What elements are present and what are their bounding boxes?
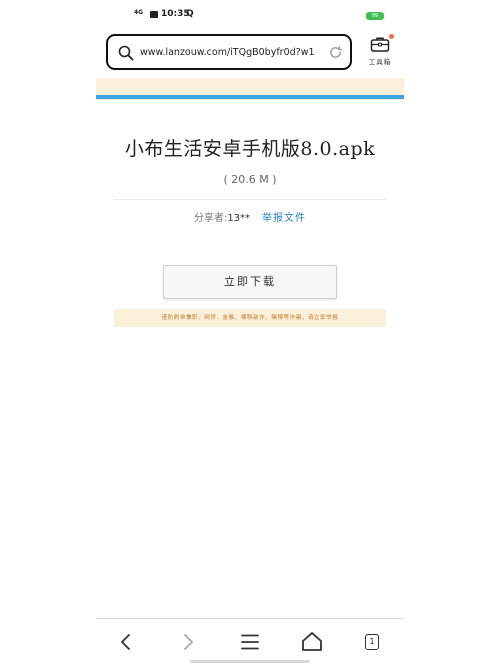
forward-button[interactable] (174, 628, 202, 656)
sharer-line: 分享者:13** 举报文件 (96, 209, 404, 224)
q-app-icon: Q (186, 9, 194, 19)
address-bar[interactable] (106, 34, 352, 70)
tab-count: 1 (365, 634, 379, 650)
back-button[interactable] (112, 628, 140, 656)
nav-divider (96, 618, 404, 619)
hd-icon (150, 11, 158, 18)
search-icon (118, 45, 134, 61)
toolbox-icon (370, 34, 394, 52)
header-banner (96, 78, 404, 100)
menu-button[interactable] (236, 628, 264, 656)
sharer-label: 分享者: (193, 213, 228, 224)
bottom-nav: 1 (96, 628, 404, 656)
divider (114, 199, 386, 200)
toolbox-button[interactable]: 工具箱 (364, 34, 396, 70)
file-size: ( 20.6 M ) (223, 173, 277, 186)
battery-indicator: 99 (366, 12, 384, 20)
menu-icon (241, 634, 259, 650)
home-indicator (190, 660, 310, 663)
sharer-name: 13** (227, 213, 251, 224)
download-button[interactable]: 立即下载 (163, 265, 337, 299)
report-file-link[interactable]: 举报文件 (262, 213, 306, 224)
file-title: 小布生活安卓手机版8.0.apk (124, 138, 376, 160)
toolbox-label: 工具箱 (368, 58, 392, 66)
chevron-right-icon (184, 634, 193, 650)
signal-indicator: 4G (134, 9, 144, 16)
home-button[interactable] (298, 628, 326, 656)
browser-screen: 4G 10:35 Q 99 工具箱 小布生活安卓手机版8.0.apk ( 20.… (96, 0, 404, 666)
chevron-left-icon (121, 634, 130, 650)
home-icon (302, 632, 322, 651)
fraud-warning: 谨防刷单兼职、网贷、金融、裸聊敲诈、赌博等诈骗，请立即举报 (114, 309, 386, 327)
banner-stripe (96, 95, 404, 99)
status-bar: 4G 10:35 Q 99 (96, 8, 404, 24)
reload-icon[interactable] (328, 45, 343, 60)
notification-dot (389, 34, 394, 39)
tabs-button[interactable]: 1 (358, 628, 386, 656)
url-input[interactable] (140, 44, 320, 60)
